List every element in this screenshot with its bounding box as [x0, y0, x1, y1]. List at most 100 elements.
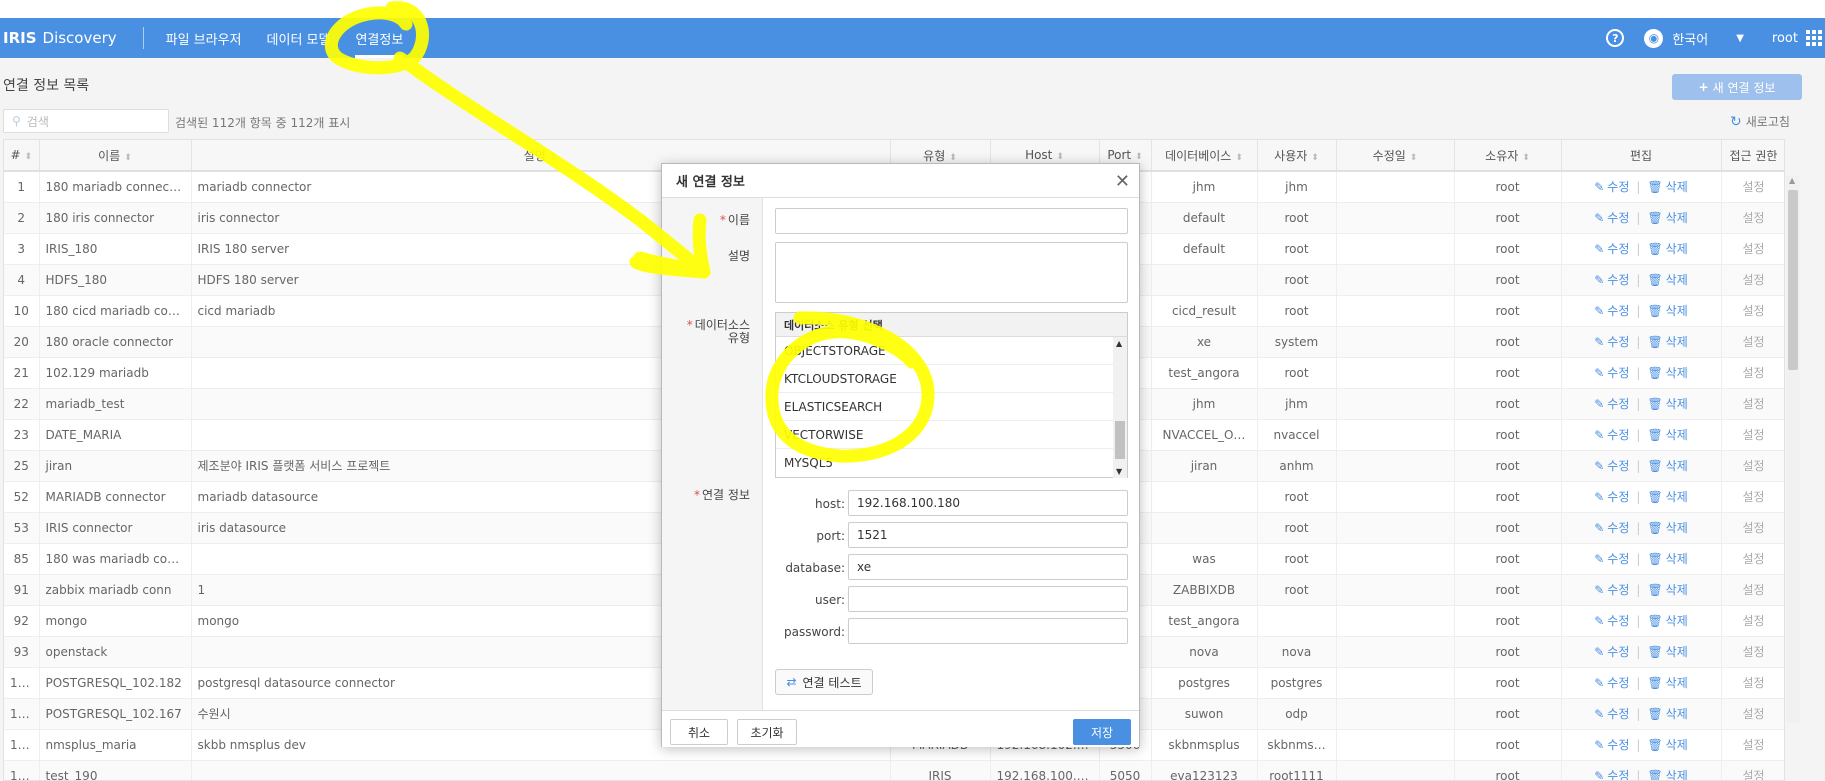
edit-button[interactable]: ✎ 수정 [1594, 614, 1629, 628]
delete-button[interactable]: 🗑 삭제 [1647, 335, 1687, 349]
description-textarea[interactable] [775, 242, 1128, 303]
edit-button[interactable]: ✎ 수정 [1594, 583, 1629, 597]
access-settings-link[interactable]: 설정 [1721, 233, 1784, 265]
nav-item-file-browser[interactable]: 파일 브라우저 [166, 18, 242, 58]
edit-button[interactable]: ✎ 수정 [1594, 397, 1629, 411]
column-header[interactable]: 편집 [1561, 140, 1722, 172]
access-settings-link[interactable]: 설정 [1721, 202, 1784, 234]
access-settings-link[interactable]: 설정 [1721, 295, 1784, 327]
delete-button[interactable]: 🗑 삭제 [1647, 769, 1687, 780]
delete-button[interactable]: 🗑 삭제 [1647, 211, 1687, 225]
column-header[interactable]: 사용자 ⬍ [1257, 140, 1337, 172]
scroll-down-icon[interactable]: ▼ [1116, 467, 1122, 476]
delete-button[interactable]: 🗑 삭제 [1647, 397, 1687, 411]
access-settings-link[interactable]: 설정 [1721, 481, 1784, 513]
sort-icon[interactable]: ⬍ [1410, 153, 1418, 163]
datasource-option[interactable]: ELASTICSEARCH [776, 393, 1114, 421]
access-settings-link[interactable]: 설정 [1721, 760, 1784, 780]
delete-button[interactable]: 🗑 삭제 [1647, 428, 1687, 442]
table-row[interactable]: 106 test_190 IRIS 192.168.100.180 5050 eva123… [4, 760, 1784, 780]
access-settings-link[interactable]: 설정 [1721, 357, 1784, 389]
datasource-option[interactable]: OBJECTSTORAGE [776, 337, 1114, 365]
sort-icon[interactable]: ⬍ [1235, 153, 1243, 163]
close-icon[interactable]: ✕ [1115, 171, 1130, 192]
datasource-option[interactable]: MYSQL5 [776, 449, 1114, 477]
datasource-option[interactable]: KTCLOUDSTORAGE [776, 365, 1114, 393]
edit-button[interactable]: ✎ 수정 [1594, 211, 1629, 225]
column-header[interactable]: 데이터베이스 ⬍ [1151, 140, 1258, 172]
nav-item-data-model[interactable]: 데이터 모델 [267, 18, 331, 58]
edit-button[interactable]: ✎ 수정 [1594, 676, 1629, 690]
refresh-button[interactable]: ↻ 새로고침 [1730, 113, 1790, 130]
database-input[interactable]: xe [848, 554, 1128, 580]
edit-button[interactable]: ✎ 수정 [1594, 242, 1629, 256]
language-selector[interactable]: 한국어 [1672, 29, 1708, 48]
edit-button[interactable]: ✎ 수정 [1594, 738, 1629, 752]
delete-button[interactable]: 🗑 삭제 [1647, 676, 1687, 690]
delete-button[interactable]: 🗑 삭제 [1647, 614, 1687, 628]
delete-button[interactable]: 🗑 삭제 [1647, 738, 1687, 752]
table-scrollbar[interactable]: ▲ [1786, 176, 1800, 723]
sort-icon[interactable]: ⬍ [25, 152, 33, 162]
access-settings-link[interactable]: 설정 [1721, 729, 1784, 761]
password-input[interactable] [848, 618, 1128, 644]
edit-button[interactable]: ✎ 수정 [1594, 552, 1629, 566]
column-header[interactable]: 이름 ⬍ [39, 140, 192, 172]
reset-button[interactable]: 초기화 [737, 719, 797, 745]
access-settings-link[interactable]: 설정 [1721, 419, 1784, 451]
chevron-down-icon[interactable]: ▼ [1736, 33, 1744, 44]
column-header[interactable]: # ⬍ [4, 140, 40, 172]
edit-button[interactable]: ✎ 수정 [1594, 304, 1629, 318]
delete-button[interactable]: 🗑 삭제 [1647, 645, 1687, 659]
access-settings-link[interactable]: 설정 [1721, 326, 1784, 358]
brand-logo[interactable]: IRIS Discovery [0, 29, 117, 47]
access-settings-link[interactable]: 설정 [1721, 543, 1784, 575]
help-icon[interactable]: ? [1606, 29, 1625, 47]
edit-button[interactable]: ✎ 수정 [1594, 707, 1629, 721]
datasource-scrollbar[interactable]: ▲ ▼ [1113, 337, 1127, 478]
column-header[interactable]: 접근 권한 [1721, 140, 1784, 172]
delete-button[interactable]: 🗑 삭제 [1647, 552, 1687, 566]
edit-button[interactable]: ✎ 수정 [1594, 273, 1629, 287]
access-settings-link[interactable]: 설정 [1721, 388, 1784, 420]
table-scroll-thumb[interactable] [1788, 190, 1798, 370]
access-settings-link[interactable]: 설정 [1721, 264, 1784, 296]
delete-button[interactable]: 🗑 삭제 [1647, 583, 1687, 597]
sort-icon[interactable]: ⬍ [124, 153, 132, 163]
access-settings-link[interactable]: 설정 [1721, 512, 1784, 544]
save-button[interactable]: 저장 [1073, 719, 1131, 745]
edit-button[interactable]: ✎ 수정 [1594, 180, 1629, 194]
delete-button[interactable]: 🗑 삭제 [1647, 521, 1687, 535]
column-header[interactable]: 수정일 ⬍ [1336, 140, 1455, 172]
delete-button[interactable]: 🗑 삭제 [1647, 459, 1687, 473]
delete-button[interactable]: 🗑 삭제 [1647, 366, 1687, 380]
edit-button[interactable]: ✎ 수정 [1594, 459, 1629, 473]
access-settings-link[interactable]: 설정 [1721, 450, 1784, 482]
host-input[interactable]: 192.168.100.180 [848, 490, 1128, 516]
search-input[interactable]: ⚲ 검색 [3, 109, 169, 133]
edit-button[interactable]: ✎ 수정 [1594, 428, 1629, 442]
edit-button[interactable]: ✎ 수정 [1594, 366, 1629, 380]
name-field[interactable] [775, 208, 1128, 234]
datasource-scroll-thumb[interactable] [1115, 421, 1125, 459]
new-connection-button[interactable]: + 새 연결 정보 [1672, 74, 1802, 100]
sort-icon[interactable]: ⬍ [1056, 152, 1064, 162]
edit-button[interactable]: ✎ 수정 [1594, 490, 1629, 504]
sort-icon[interactable]: ⬍ [1135, 152, 1143, 162]
edit-button[interactable]: ✎ 수정 [1594, 521, 1629, 535]
sort-icon[interactable]: ⬍ [1311, 153, 1319, 163]
apps-grid-icon[interactable] [1806, 30, 1822, 46]
user-input[interactable] [848, 586, 1128, 612]
scroll-up-icon[interactable]: ▲ [1116, 339, 1122, 348]
port-input[interactable]: 1521 [848, 522, 1128, 548]
edit-button[interactable]: ✎ 수정 [1594, 769, 1629, 780]
access-settings-link[interactable]: 설정 [1721, 698, 1784, 730]
cancel-button[interactable]: 취소 [670, 719, 728, 745]
delete-button[interactable]: 🗑 삭제 [1647, 707, 1687, 721]
access-settings-link[interactable]: 설정 [1721, 667, 1784, 699]
delete-button[interactable]: 🗑 삭제 [1647, 273, 1687, 287]
edit-button[interactable]: ✎ 수정 [1594, 335, 1629, 349]
access-settings-link[interactable]: 설정 [1721, 171, 1784, 203]
delete-button[interactable]: 🗑 삭제 [1647, 242, 1687, 256]
delete-button[interactable]: 🗑 삭제 [1647, 490, 1687, 504]
